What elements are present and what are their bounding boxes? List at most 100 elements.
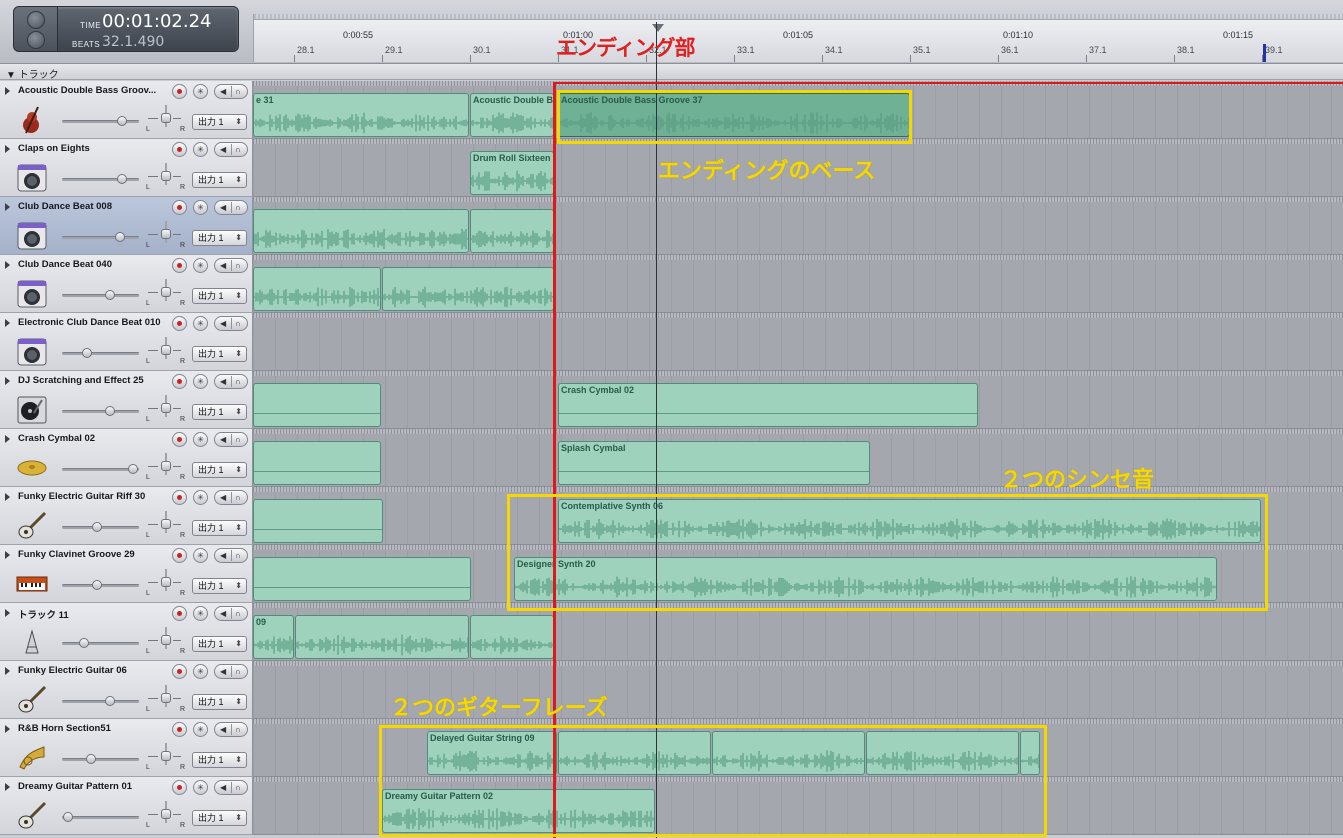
mute-solo-button[interactable]: ◀ ∩ — [214, 606, 248, 621]
track-header[interactable]: Funky Clavinet Groove 29 ✳ ◀ ∩ L R 出力 1 — [0, 545, 253, 603]
track-lane[interactable]: Contemplative Synth 06 — [253, 487, 1343, 545]
volume-thumb[interactable] — [92, 580, 102, 590]
track-row[interactable]: Dreamy Guitar Pattern 01 ✳ ◀∩ L R 出力 1 D… — [0, 777, 1343, 835]
output-select[interactable]: 出力 1 — [192, 288, 247, 304]
pan-control[interactable]: L R — [146, 569, 185, 601]
pan-control[interactable]: L R — [146, 685, 185, 717]
audio-region[interactable]: 09 — [253, 615, 294, 659]
volume-thumb[interactable] — [128, 464, 138, 474]
pan-control[interactable]: L R — [146, 511, 185, 543]
record-enable-button[interactable] — [172, 200, 187, 215]
disclosure-triangle-icon[interactable] — [5, 667, 10, 675]
solo-star-button[interactable]: ✳ — [193, 432, 208, 447]
volume-thumb[interactable] — [105, 406, 115, 416]
audio-region[interactable] — [253, 383, 381, 427]
track-header[interactable]: R&B Horn Section51 ✳ ◀ ∩ L R 出力 1 — [0, 719, 253, 777]
pan-control[interactable]: L R — [146, 395, 185, 427]
mute-icon[interactable]: ◀ — [220, 549, 226, 562]
track-header[interactable]: Acoustic Double Bass Groov... ✳ ◀ ∩ L R 出… — [0, 81, 253, 139]
volume-slider[interactable] — [62, 696, 139, 706]
lcd-display[interactable]: TIME 00:01:02.24 BEATS 32.1.490 — [13, 6, 239, 52]
pan-control[interactable]: L R — [146, 163, 185, 195]
record-enable-button[interactable] — [172, 142, 187, 157]
track-lane[interactable]: 09 — [253, 603, 1343, 661]
solo-star-button[interactable]: ✳ — [193, 722, 208, 737]
record-enable-button[interactable] — [172, 432, 187, 447]
output-select[interactable]: 出力 1 — [192, 636, 247, 652]
pan-knob[interactable] — [161, 403, 171, 413]
volume-thumb[interactable] — [105, 696, 115, 706]
track-row[interactable]: Club Dance Beat 040 ✳ ◀ ∩ L R 出力 1 — [0, 255, 1343, 313]
audio-region[interactable] — [558, 731, 711, 775]
volume-thumb[interactable] — [117, 174, 127, 184]
volume-slider[interactable] — [62, 754, 139, 764]
lcd-mode-knob-icon[interactable] — [27, 31, 45, 49]
audio-region[interactable]: Contemplative Synth 06 — [558, 499, 1261, 543]
mute-icon[interactable]: ◀ — [220, 143, 226, 156]
volume-thumb[interactable] — [115, 232, 125, 242]
mute-icon[interactable]: ◀ — [220, 259, 226, 272]
pan-control[interactable]: L R — [146, 743, 185, 775]
mute-solo-button[interactable]: ◀ ∩ — [214, 548, 248, 563]
track-header[interactable]: Funky Electric Guitar 06 ✳ ◀ ∩ L R 出力 1 — [0, 661, 253, 719]
mute-icon[interactable]: ◀ — [220, 781, 226, 794]
track-row[interactable]: Electronic Club Dance Beat 010 ✳ ◀ ∩ L R … — [0, 313, 1343, 371]
track-lane[interactable] — [253, 255, 1343, 313]
mute-icon[interactable]: ◀ — [220, 723, 226, 736]
output-select[interactable]: 出力 1 — [192, 694, 247, 710]
record-enable-button[interactable] — [172, 664, 187, 679]
solo-star-button[interactable]: ✳ — [193, 548, 208, 563]
track-header[interactable]: Dreamy Guitar Pattern 01 ✳ ◀ ∩ L R 出力 1 — [0, 777, 253, 835]
volume-slider[interactable] — [62, 290, 139, 300]
pan-knob[interactable] — [161, 229, 171, 239]
volume-thumb[interactable] — [82, 348, 92, 358]
track-lane[interactable] — [253, 197, 1343, 255]
volume-slider[interactable] — [62, 232, 139, 242]
headphones-icon[interactable]: ∩ — [235, 665, 241, 678]
track-lane[interactable]: Crash Cymbal 02 — [253, 371, 1343, 429]
headphones-icon[interactable]: ∩ — [235, 491, 241, 504]
audio-region[interactable]: Designer Synth 20 — [514, 557, 1217, 601]
track-header[interactable]: Crash Cymbal 02 ✳ ◀ ∩ L R 出力 1 — [0, 429, 253, 487]
track-lane[interactable]: Delayed Guitar String 09 — [253, 719, 1343, 777]
solo-star-button[interactable]: ✳ — [193, 490, 208, 505]
headphones-icon[interactable]: ∩ — [235, 433, 241, 446]
record-enable-button[interactable] — [172, 722, 187, 737]
pan-control[interactable]: L R — [146, 801, 185, 833]
audio-region[interactable] — [470, 209, 554, 253]
output-select[interactable]: 出力 1 — [192, 462, 247, 478]
audio-region[interactable] — [253, 267, 381, 311]
audio-region[interactable]: Splash Cymbal — [558, 441, 870, 485]
output-select[interactable]: 出力 1 — [192, 520, 247, 536]
audio-region[interactable] — [866, 731, 1019, 775]
disclosure-triangle-icon[interactable] — [5, 145, 10, 153]
disclosure-triangle-icon[interactable] — [5, 493, 10, 501]
volume-thumb[interactable] — [86, 754, 96, 764]
volume-thumb[interactable] — [117, 116, 127, 126]
audio-region[interactable]: Acoustic Double Bass Groove 37 — [558, 93, 910, 137]
volume-slider[interactable] — [62, 174, 139, 184]
headphones-icon[interactable]: ∩ — [235, 781, 241, 794]
pan-control[interactable]: L R — [146, 279, 185, 311]
audio-region[interactable] — [253, 209, 469, 253]
pan-knob[interactable] — [161, 519, 171, 529]
headphones-icon[interactable]: ∩ — [235, 201, 241, 214]
headphones-icon[interactable]: ∩ — [235, 723, 241, 736]
track-header[interactable]: Electronic Club Dance Beat 010 ✳ ◀ ∩ L R … — [0, 313, 253, 371]
solo-star-button[interactable]: ✳ — [193, 258, 208, 273]
mute-icon[interactable]: ◀ — [220, 85, 226, 98]
record-enable-button[interactable] — [172, 316, 187, 331]
solo-star-button[interactable]: ✳ — [193, 780, 208, 795]
track-row[interactable]: Acoustic Double Bass Groov... ✳ ◀ ∩ L R 出… — [0, 81, 1343, 139]
mute-icon[interactable]: ◀ — [220, 201, 226, 214]
volume-slider[interactable] — [62, 464, 139, 474]
playhead-handle-icon[interactable] — [652, 24, 664, 32]
output-select[interactable]: 出力 1 — [192, 114, 247, 130]
lcd-mode-knob-icon[interactable] — [27, 11, 45, 29]
mute-icon[interactable]: ◀ — [220, 607, 226, 620]
audio-region[interactable] — [1020, 731, 1040, 775]
pan-knob[interactable] — [161, 113, 171, 123]
volume-slider[interactable] — [62, 812, 139, 822]
song-end-marker[interactable] — [1263, 44, 1266, 62]
volume-slider[interactable] — [62, 638, 139, 648]
